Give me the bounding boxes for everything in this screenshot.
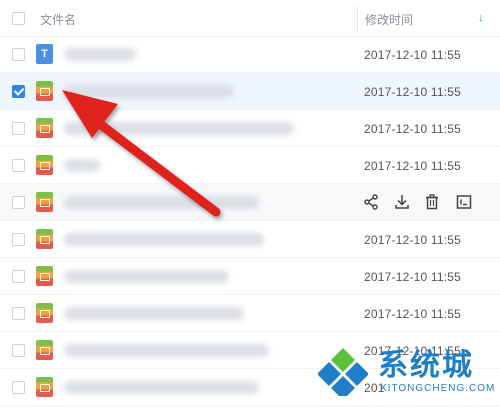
file-name-blurred[interactable] [64,344,269,357]
modified-time: 2017-12-10 11:55 [364,48,462,62]
table-row[interactable]: 2017-12-10 11:55 [0,73,500,110]
row-checkbox[interactable] [12,344,25,357]
table-row[interactable]: 2017-12-10 11:55 [0,295,500,332]
modified-time: 2017-12-10 11:55 [364,307,462,321]
table-row[interactable]: 2017-12-10 11:55 [0,147,500,184]
file-name-blurred[interactable] [64,122,294,135]
file-name-blurred[interactable] [64,381,259,394]
file-name-blurred[interactable] [64,48,136,61]
row-checkbox[interactable] [12,196,25,209]
video-file-icon [36,155,53,175]
row-checkbox[interactable] [12,270,25,283]
file-name-blurred[interactable] [64,307,244,320]
video-file-icon [36,118,53,138]
video-file-icon [36,303,53,323]
file-name-blurred[interactable] [64,196,259,209]
list-header: 文件名 修改时间 ↓ [0,0,500,37]
table-row[interactable]: 2017-12-10 11:55 [0,110,500,147]
arrow-down-icon[interactable]: ↓ [478,10,484,24]
row-checkbox[interactable] [12,48,25,61]
doc-icon: T [36,44,53,64]
video-file-icon [36,229,53,249]
row-checkbox-checked[interactable] [12,85,25,98]
download-icon[interactable] [393,193,411,211]
table-row[interactable]: 2017-12-10 11:55 [0,221,500,258]
delete-icon[interactable] [423,193,441,211]
modified-time: 2017-12-10 11:55 [364,122,462,136]
table-row[interactable]: 2017-12-10 11:55 [0,258,500,295]
row-checkbox[interactable] [12,159,25,172]
table-row[interactable]: T 2017-12-10 11:55 [0,36,500,73]
modified-time: 2017-12-10 11:55 [364,233,462,247]
row-checkbox[interactable] [12,122,25,135]
file-name-blurred[interactable] [64,233,264,246]
video-file-icon [36,266,53,286]
row-checkbox[interactable] [12,381,25,394]
video-file-icon [36,340,53,360]
watermark: 系统城 XITONGCHENG.COM [308,336,498,406]
video-file-icon [36,377,53,397]
table-row[interactable] [0,184,500,221]
select-all-checkbox[interactable] [12,12,25,25]
watermark-logo-icon [318,348,368,396]
share-icon[interactable] [362,193,380,211]
rename-icon[interactable] [455,193,473,211]
watermark-title: 系统城 [378,348,474,383]
video-file-icon [36,192,53,212]
video-file-icon [36,81,53,101]
file-name-blurred[interactable] [64,85,234,98]
row-checkbox[interactable] [12,307,25,320]
modified-time: 2017-12-10 11:55 [364,85,462,99]
column-header-modified-time[interactable]: 修改时间 [365,11,413,28]
file-name-blurred[interactable] [64,270,229,283]
file-name-blurred[interactable] [64,159,100,172]
column-header-name[interactable]: 文件名 [40,11,76,28]
modified-time: 2017-12-10 11:55 [364,159,462,173]
column-divider [357,6,358,32]
watermark-subtitle: XITONGCHENG.COM [380,383,496,394]
row-checkbox[interactable] [12,233,25,246]
modified-time: 2017-12-10 11:55 [364,270,462,284]
